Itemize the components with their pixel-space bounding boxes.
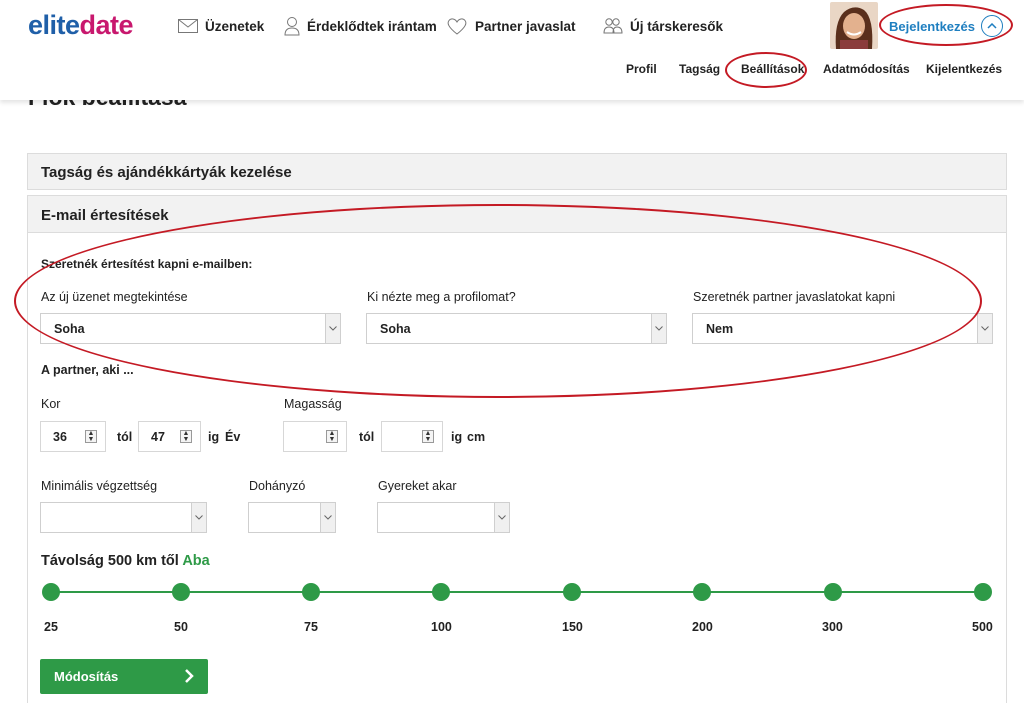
top-header: elitedate Üzenetek Érdeklődtek irántam P…	[0, 0, 1024, 100]
height-from-stepper[interactable]: ▲ ▼	[283, 421, 347, 452]
chevron-down-icon	[325, 314, 340, 343]
notif-profile-view-select[interactable]: Soha	[366, 313, 667, 344]
age-unit: Év	[225, 430, 241, 444]
education-label: Minimális végzettség	[41, 479, 158, 493]
distance-stop-150[interactable]	[563, 583, 581, 601]
nav-new-members[interactable]: Új társkeresők	[603, 14, 723, 38]
age-from-value: 36	[53, 429, 67, 444]
spinner-arrows-icon[interactable]: ▲ ▼	[326, 430, 338, 443]
notif-profile-view-value: Soha	[380, 321, 411, 336]
modify-button[interactable]: Módosítás	[40, 659, 208, 694]
notif-profile-view-label: Ki nézte meg a profilomat?	[367, 290, 516, 304]
spinner-arrows-icon[interactable]: ▲ ▼	[422, 430, 434, 443]
distance-heading: Távolság 500 km től Aba	[41, 553, 210, 569]
children-select[interactable]	[377, 502, 510, 533]
notif-partner-suggestions-label: Szeretnék partner javaslatokat kapni	[693, 290, 896, 304]
distance-tick-label: 300	[822, 620, 843, 634]
avatar[interactable]	[830, 2, 878, 49]
nav-messages-label: Üzenetek	[205, 18, 265, 34]
heart-icon	[447, 18, 467, 35]
subnav-settings[interactable]: Beállítások	[741, 62, 804, 76]
distance-stop-25[interactable]	[42, 583, 60, 601]
email-panel-title: E-mail értesítések	[41, 206, 169, 224]
chevron-down-icon	[651, 314, 666, 343]
age-to-stepper[interactable]: 47 ▲ ▼	[138, 421, 201, 452]
notif-partner-suggestions-select[interactable]: Nem	[692, 313, 993, 344]
distance-tick-label: 200	[692, 620, 713, 634]
chevron-down-icon	[191, 503, 206, 532]
age-to-value: 47	[151, 429, 165, 444]
age-label: Kor	[41, 397, 61, 411]
person-icon	[284, 17, 300, 36]
chevron-down-icon	[494, 503, 509, 532]
logo-text-date: date	[79, 10, 134, 40]
notif-new-message-value: Soha	[54, 321, 85, 336]
age-to-word: ig	[208, 430, 220, 444]
distance-stop-200[interactable]	[693, 583, 711, 601]
distance-tick-label: 50	[174, 620, 188, 634]
age-from-stepper[interactable]: 36 ▲ ▼	[40, 421, 106, 452]
nav-interested-label: Érdeklődtek irántam	[307, 18, 437, 34]
height-label: Magasság	[284, 397, 342, 411]
height-from-word: tól	[359, 430, 375, 444]
chevron-down-icon	[320, 503, 335, 532]
email-panel-header[interactable]: E-mail értesítések	[27, 195, 1007, 233]
smoker-label: Dohányzó	[249, 479, 306, 493]
spinner-arrows-icon[interactable]: ▲ ▼	[85, 430, 97, 443]
logo-text-elite: elite	[28, 10, 80, 40]
children-label: Gyereket akar	[378, 479, 457, 493]
distance-stop-300[interactable]	[824, 583, 842, 601]
membership-panel[interactable]: Tagság és ajándékkártyák kezelése	[27, 153, 1007, 190]
distance-tick-label: 25	[44, 620, 58, 634]
avatar-image	[830, 2, 878, 49]
subnav-profile[interactable]: Profil	[626, 62, 657, 76]
distance-slider-handle[interactable]	[974, 583, 992, 601]
envelope-icon	[178, 19, 198, 33]
subnav-logout[interactable]: Kijelentkezés	[926, 62, 1002, 76]
smoker-select[interactable]	[248, 502, 336, 533]
distance-stop-75[interactable]	[302, 583, 320, 601]
partner-heading: A partner, aki ...	[41, 363, 134, 377]
chevron-down-icon	[977, 314, 992, 343]
distance-tick-label: 500	[972, 620, 993, 634]
people-icon	[603, 18, 623, 34]
height-to-word: ig	[451, 430, 463, 444]
chevron-up-icon[interactable]	[981, 15, 1003, 37]
nav-messages[interactable]: Üzenetek	[178, 14, 264, 38]
chevron-right-icon	[185, 669, 194, 683]
notifications-intro: Szeretnék értesítést kapni e-mailben:	[41, 257, 253, 271]
distance-tick-label: 100	[431, 620, 452, 634]
login-menu[interactable]: Bejelentkezés	[889, 15, 1003, 37]
nav-new-members-label: Új társkeresők	[630, 18, 724, 34]
distance-prefix: Távolság 500 km től	[41, 553, 179, 569]
login-label: Bejelentkezés	[889, 18, 975, 34]
nav-partner-label: Partner javaslat	[475, 18, 576, 34]
elitedate-logo[interactable]: elitedate	[28, 10, 134, 41]
modify-button-label: Módosítás	[54, 669, 119, 684]
nav-partner-suggestion[interactable]: Partner javaslat	[446, 14, 576, 38]
notif-new-message-select[interactable]: Soha	[40, 313, 341, 344]
spinner-arrows-icon[interactable]: ▲ ▼	[180, 430, 192, 443]
distance-stop-100[interactable]	[432, 583, 450, 601]
distance-stop-50[interactable]	[172, 583, 190, 601]
subnav-data-edit[interactable]: Adatmódosítás	[823, 62, 910, 76]
distance-city[interactable]: Aba	[182, 553, 209, 569]
notif-partner-suggestions-value: Nem	[706, 321, 734, 336]
distance-tick-label: 150	[562, 620, 583, 634]
subnav-membership[interactable]: Tagság	[679, 62, 720, 76]
notif-new-message-label: Az új üzenet megtekintése	[41, 290, 188, 304]
height-unit: cm	[467, 430, 486, 444]
education-select[interactable]	[40, 502, 207, 533]
height-to-stepper[interactable]: ▲ ▼	[381, 421, 443, 452]
membership-panel-title: Tagság és ajándékkártyák kezelése	[41, 164, 292, 181]
nav-interested-in-me[interactable]: Érdeklődtek irántam	[284, 14, 437, 38]
distance-tick-label: 75	[304, 620, 318, 634]
age-from-word: tól	[117, 430, 133, 444]
